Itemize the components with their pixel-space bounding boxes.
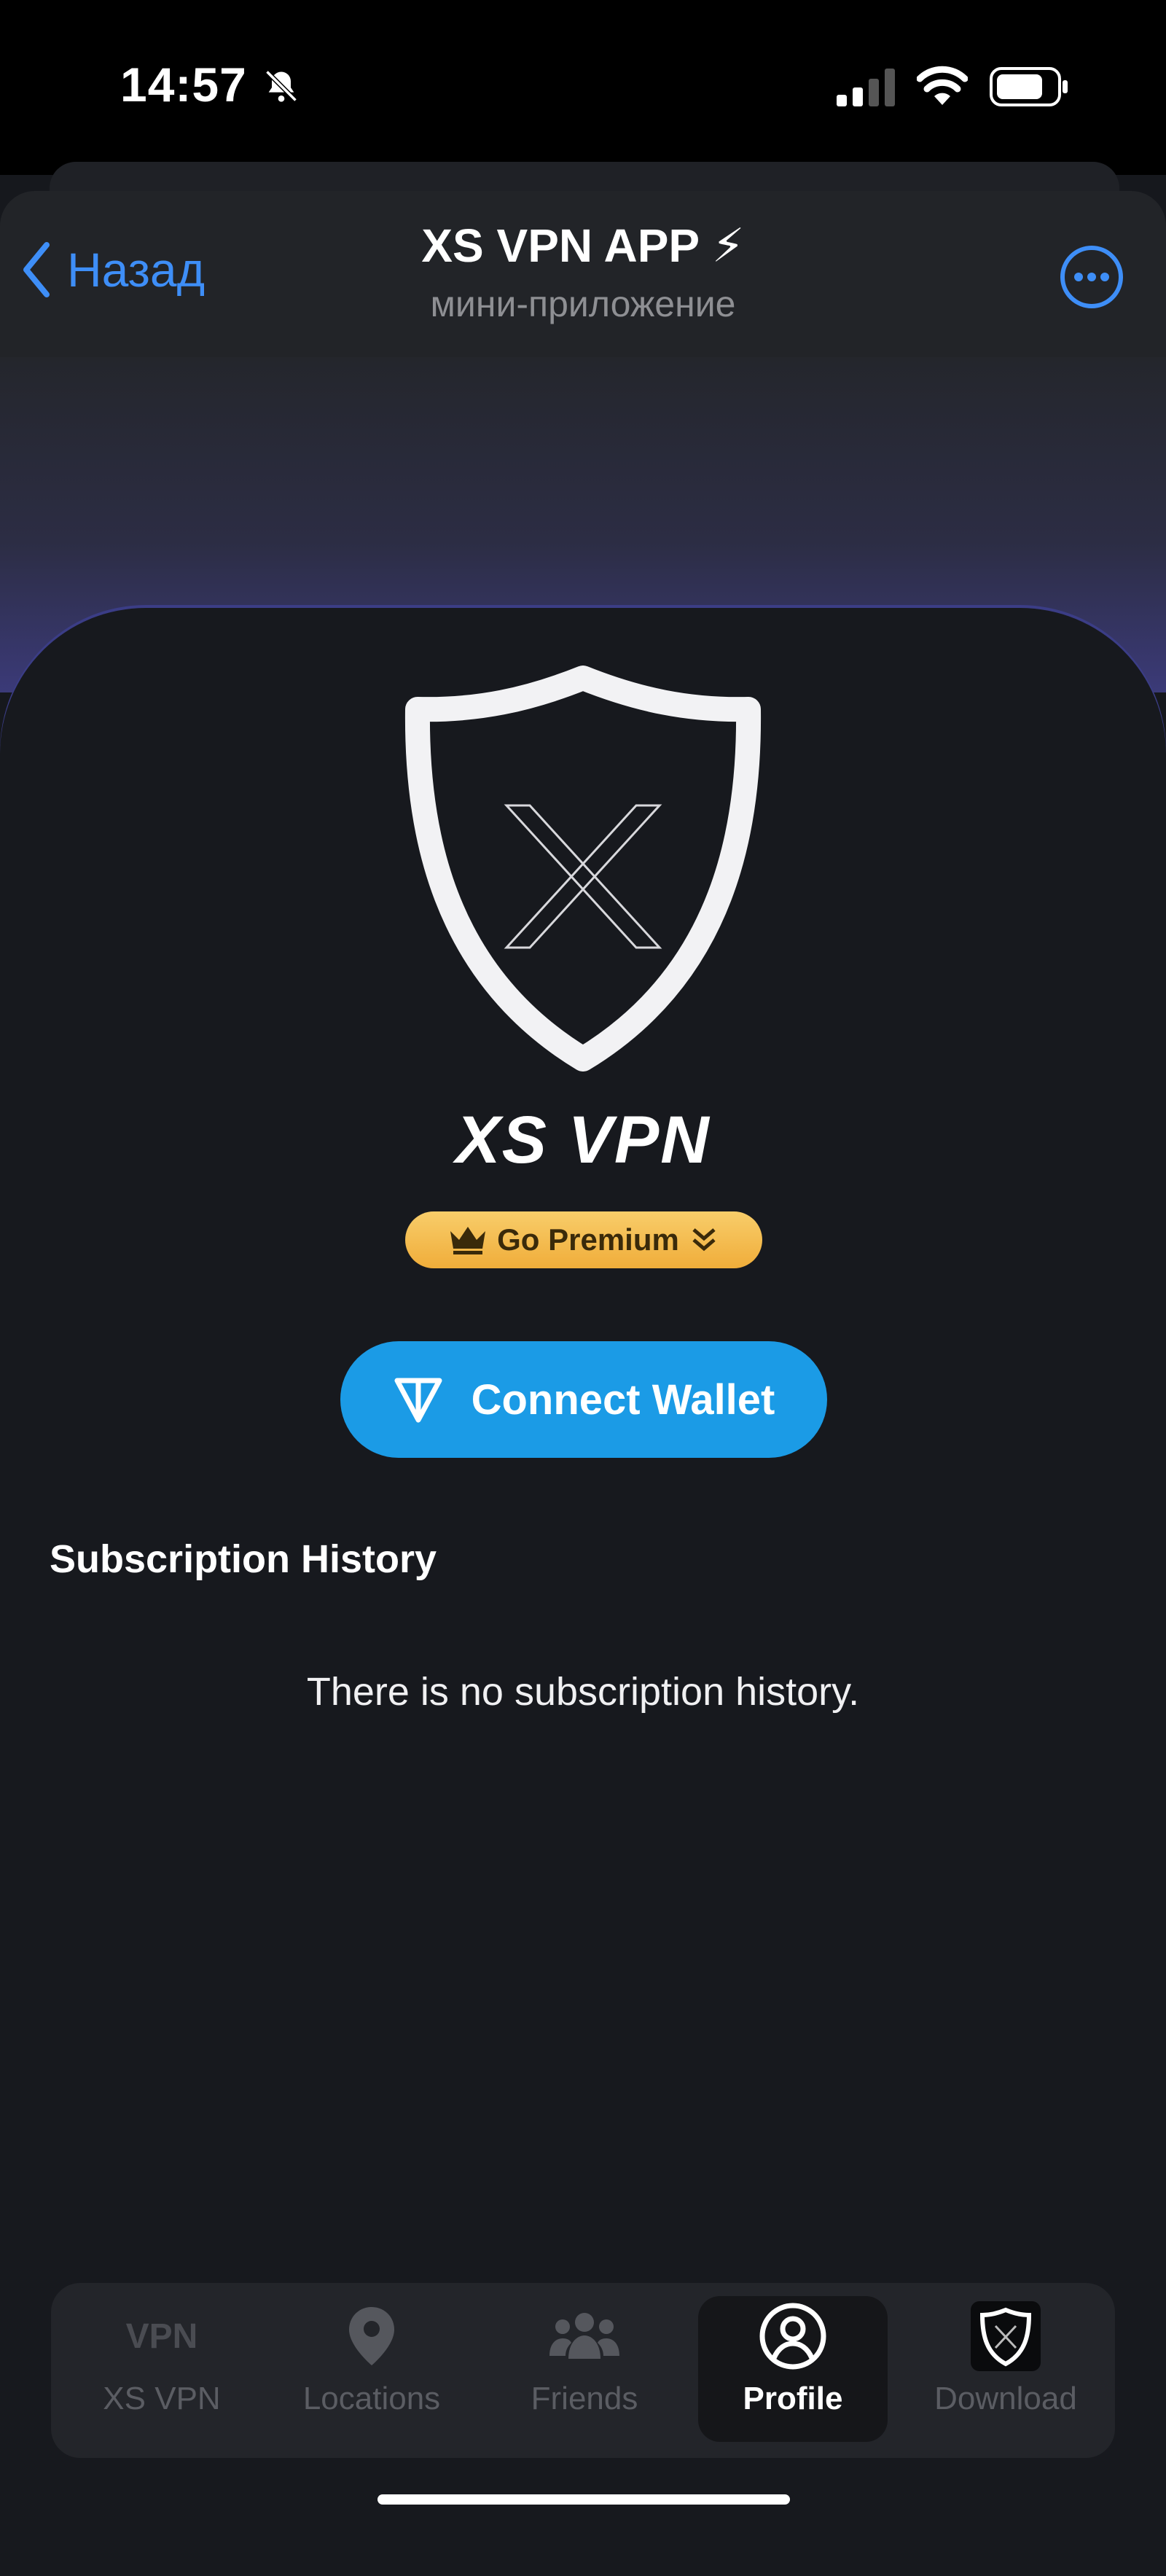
tab-profile[interactable]: Profile [698, 2296, 888, 2442]
signal-icon [837, 69, 895, 106]
profile-icon [759, 2303, 826, 2370]
tab-friends[interactable]: Friends [490, 2296, 679, 2442]
subscription-history-title: Subscription History [50, 1537, 437, 1581]
location-pin-icon [349, 2307, 394, 2365]
home-indicator [377, 2494, 790, 2505]
go-premium-button[interactable]: Go Premium [405, 1211, 762, 1268]
tab-download[interactable]: Download [911, 2296, 1100, 2442]
app-logo-icon [971, 2301, 1041, 2371]
status-time: 14:57 [120, 58, 247, 112]
more-options-button[interactable] [1058, 243, 1125, 311]
vpn-icon: VPN [125, 2317, 198, 2356]
tab-label: Profile [743, 2381, 843, 2416]
crown-icon [450, 1227, 486, 1254]
tab-label: Friends [531, 2381, 638, 2416]
status-bar: 14:57 [0, 0, 1166, 175]
tab-xs-vpn[interactable]: VPN XS VPN [67, 2296, 257, 2442]
chevron-double-down-icon [692, 1228, 716, 1252]
brand-name: XS VPN [455, 1103, 711, 1177]
users-icon [549, 2313, 619, 2359]
tab-locations[interactable]: Locations [277, 2296, 466, 2442]
ton-icon [394, 1378, 442, 1423]
premium-label: Go Premium [497, 1222, 679, 1257]
tab-label: XS VPN [103, 2381, 221, 2416]
wifi-icon [917, 66, 968, 105]
bell-slash-icon [265, 70, 297, 102]
page-title: XS VPN APP ⚡ [421, 219, 745, 272]
shield-x-icon [404, 666, 762, 1072]
subscription-empty-text: There is no subscription history. [306, 1670, 860, 1714]
tab-label: Locations [302, 2381, 441, 2416]
page-subtitle: мини-приложение [430, 284, 736, 324]
connect-wallet-button[interactable]: Connect Wallet [340, 1341, 827, 1458]
tab-label: Download [934, 2381, 1077, 2416]
wallet-label: Connect Wallet [471, 1375, 775, 1424]
battery-icon [990, 67, 1068, 106]
